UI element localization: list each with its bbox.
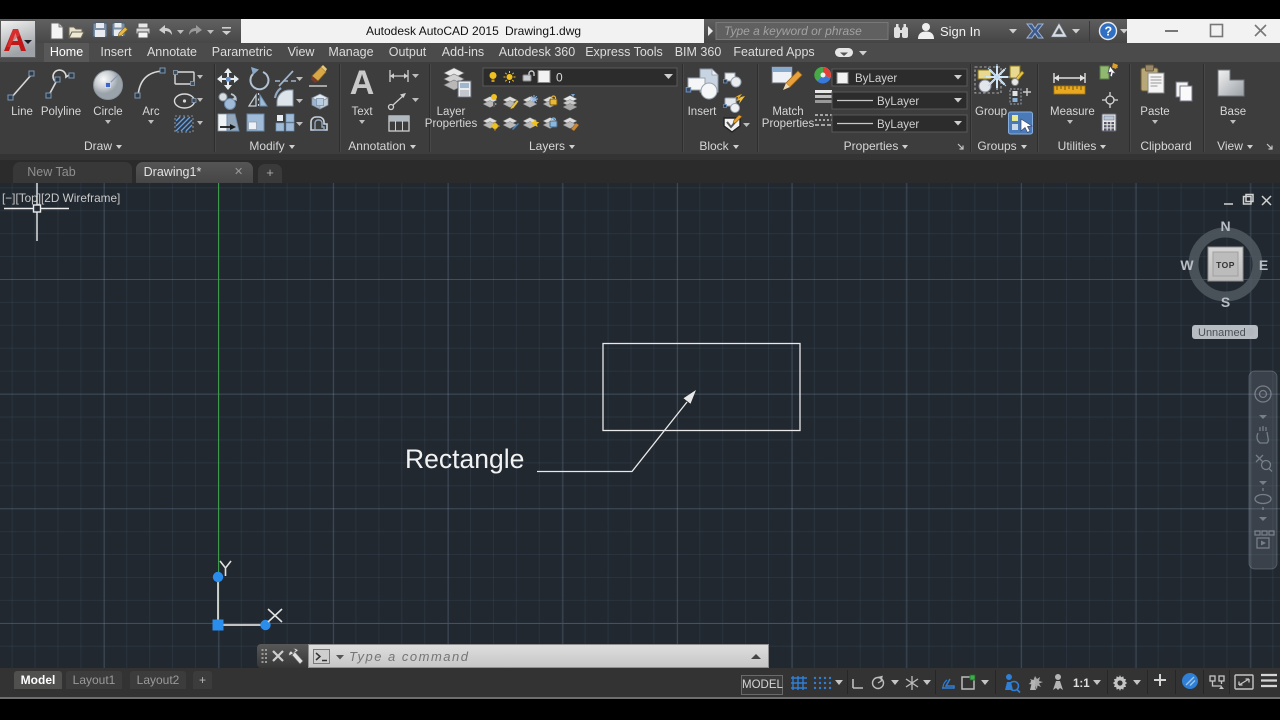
svg-text:Type a keyword or phrase: Type a keyword or phrase (724, 24, 862, 38)
svg-text:N: N (1220, 218, 1230, 234)
svg-text:0: 0 (556, 71, 563, 85)
svg-text:1:1: 1:1 (1073, 678, 1090, 690)
svg-text:ByLayer: ByLayer (877, 96, 919, 108)
svg-text:Unnamed: Unnamed (1198, 327, 1246, 339)
svg-text:ByLayer: ByLayer (855, 73, 897, 85)
svg-text:TOP: TOP (1216, 260, 1235, 270)
svg-text:ByLayer: ByLayer (877, 119, 919, 131)
svg-text:S: S (1221, 294, 1230, 310)
svg-text:W: W (1180, 257, 1194, 273)
svg-text:[−][Top][2D Wireframe]: [−][Top][2D Wireframe] (2, 191, 120, 205)
svg-text:E: E (1259, 257, 1268, 273)
svg-text:?: ? (1105, 25, 1113, 39)
svg-text:Sign In: Sign In (940, 24, 980, 39)
